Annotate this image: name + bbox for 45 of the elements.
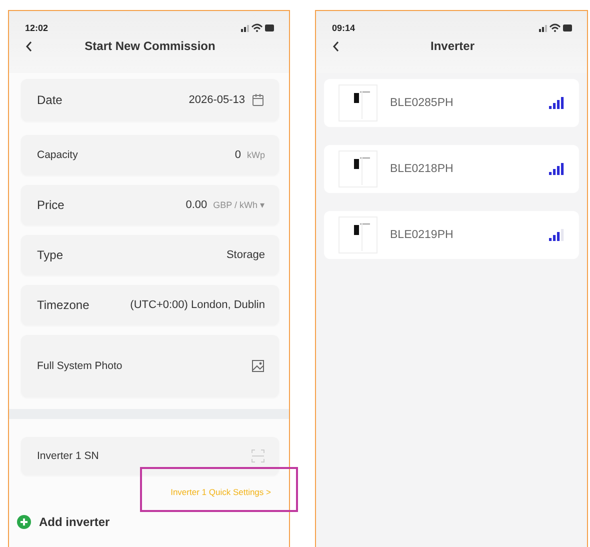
calendar-icon[interactable]: [251, 93, 265, 107]
field-value: 0: [234, 149, 241, 161]
field-label: Capacity: [37, 149, 78, 161]
inverter-thumbnail: [338, 149, 378, 189]
device-name: BLE0218PH: [390, 163, 454, 175]
signal-icon: [549, 163, 565, 175]
device-card[interactable]: BLE0218PH: [324, 145, 579, 193]
field-label: Timezone: [37, 298, 90, 312]
screen-title: Start New Commission: [84, 39, 216, 53]
screen-title: Inverter: [429, 39, 476, 53]
signal-icon: [549, 229, 565, 241]
field-label: Type: [37, 248, 64, 262]
form-row[interactable]: Inverter 1 SN: [21, 437, 279, 475]
form-row[interactable]: Date 2026-05-13: [21, 79, 279, 121]
status-time: 12:02: [25, 23, 48, 33]
form-row[interactable]: Price 0.00 GBP / kWh ▾: [21, 185, 279, 225]
back-icon[interactable]: [25, 40, 33, 52]
status-time: 09:14: [332, 23, 356, 33]
device-card[interactable]: BLE0285PH: [324, 79, 579, 127]
signal-icon: [549, 97, 565, 109]
form-row[interactable]: Full System Photo: [21, 335, 279, 397]
inverter-thumbnail: [338, 83, 378, 123]
form-row[interactable]: Capacity 0 kWp: [21, 135, 279, 175]
back-icon[interactable]: [332, 40, 340, 52]
device-card[interactable]: BLE0219PH: [324, 211, 579, 259]
status-icons: [539, 23, 573, 33]
image-icon[interactable]: [251, 359, 265, 373]
form-row[interactable]: Type Storage: [21, 235, 279, 275]
field-label: Inverter 1 SN: [37, 450, 99, 462]
device-name: BLE0285PH: [390, 97, 454, 109]
field-value: 0.00: [186, 199, 208, 211]
device-name: BLE0219PH: [390, 229, 454, 241]
field-value: Storage: [226, 249, 265, 261]
form-row[interactable]: Timezone (UTC+0:00) London, Dublin: [21, 285, 279, 325]
field-label: Price: [37, 198, 64, 212]
field-label: Date: [37, 93, 62, 107]
field-value: (UTC+0:00) London, Dublin: [130, 299, 265, 311]
status-icons: [241, 23, 275, 33]
unit-text: kWp: [247, 150, 265, 160]
inverter-thumbnail: [338, 215, 378, 255]
unit-text: GBP / kWh ▾: [213, 200, 265, 210]
field-label: Full System Photo: [37, 360, 122, 372]
add-inverter-button[interactable]: Add inverter: [17, 515, 110, 529]
plus-circle-icon: [17, 515, 31, 529]
date-value: 2026-05-13: [188, 94, 245, 106]
